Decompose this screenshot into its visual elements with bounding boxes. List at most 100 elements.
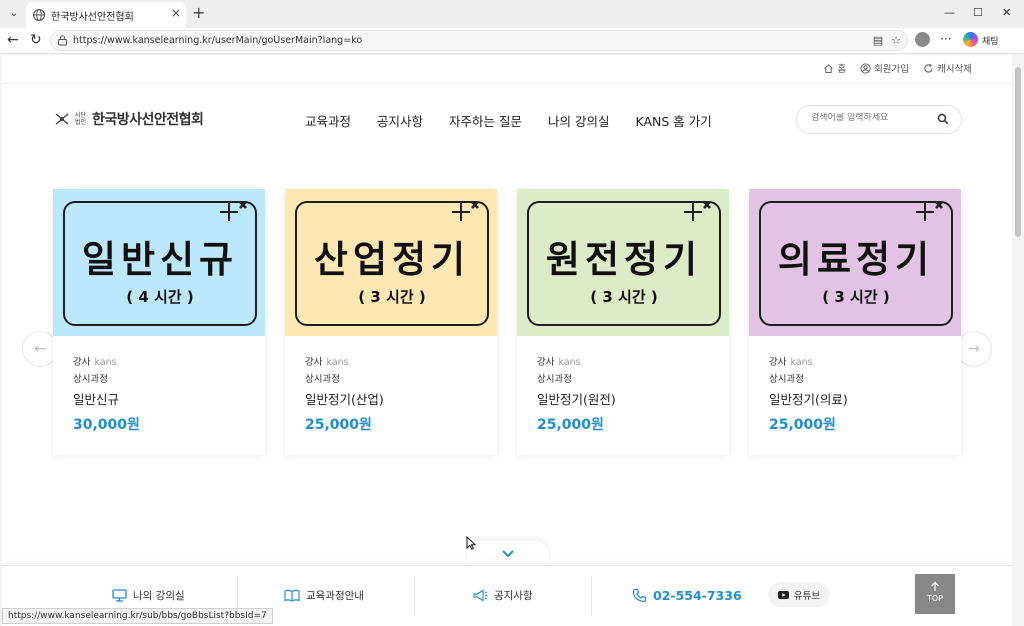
quick-my-classroom-label: 나의 강의실 (133, 590, 185, 602)
quick-notice[interactable]: 공지사항 (472, 588, 533, 603)
site-info-icon[interactable] (57, 35, 68, 46)
plus-decoration-icon (452, 201, 479, 221)
main-nav: 교육과정 공지사항 자주하는 질문 나의 강의실 KANS 홈 가기 (305, 111, 712, 130)
search-icon[interactable] (937, 113, 949, 125)
browser-tab[interactable]: 한국방사선안전협회 × (26, 2, 186, 28)
util-cache-clear-label: 캐시삭제 (937, 64, 972, 75)
quick-course-guide[interactable]: 교육과정안내 (284, 588, 364, 603)
browser-tab-bar: ⌄ 한국방사선안전협회 × + — ☐ ✕ (0, 0, 1024, 28)
course-card[interactable]: 일반신규 ( 4 시간 ) 강사 kans 상시과정 일반신규 30,000원 (53, 189, 265, 455)
reader-mode-icon[interactable]: ▤ (871, 34, 885, 48)
user-icon (860, 62, 871, 74)
page-scrollbar[interactable] (1012, 55, 1024, 626)
back-arrow-icon[interactable]: ← (7, 32, 19, 48)
instructor-name: kans (558, 357, 581, 368)
copilot-icon[interactable] (963, 32, 978, 47)
course-thumbnail: 일반신규 ( 4 시간 ) (53, 189, 265, 336)
course-price: 25,000원 (305, 417, 372, 433)
megaphone-icon (473, 589, 488, 602)
tab-list-chevron-icon[interactable]: ⌄ (4, 5, 24, 23)
maximize-icon[interactable]: ☐ (973, 6, 983, 19)
plus-decoration-icon (684, 201, 711, 221)
chevron-down-icon (502, 550, 514, 558)
book-icon (284, 589, 300, 602)
scrollbar-thumb[interactable] (1015, 67, 1021, 237)
course-instructor: 강사 kans (73, 354, 117, 368)
nav-my-classroom[interactable]: 나의 강의실 (548, 111, 609, 130)
course-category: 상시과정 (73, 374, 108, 385)
course-instructor: 강사 kans (769, 354, 813, 368)
search-box (796, 105, 962, 134)
course-thumbnail: 산업정기 ( 3 시간 ) (285, 189, 497, 336)
nav-courses[interactable]: 교육과정 (305, 111, 351, 130)
course-card[interactable]: 원전정기 ( 3 시간 ) 강사 kans 상시과정 일반정기(원전) 25,00… (517, 189, 729, 455)
home-icon (824, 63, 834, 73)
youtube-button[interactable]: 유튜브 (768, 582, 830, 607)
profile-avatar[interactable] (915, 32, 930, 47)
course-price: 25,000원 (537, 417, 604, 433)
quick-notice-label: 공지사항 (494, 590, 533, 602)
course-instructor: 강사 kans (537, 354, 581, 368)
plus-decoration-icon (220, 201, 247, 221)
utility-links: 홈 회원가입 캐시삭제 (823, 61, 972, 75)
instructor-name: kans (326, 357, 349, 368)
course-thumbnail-title: 산업정기 (313, 238, 471, 281)
util-home-link[interactable]: 홈 (823, 61, 846, 75)
course-category: 상시과정 (537, 374, 572, 385)
quick-course-guide-label: 교육과정안내 (306, 590, 364, 602)
course-thumbnail-title: 일반신규 (81, 238, 239, 281)
instructor-label: 강사 (537, 357, 555, 368)
course-title[interactable]: 일반정기(원전) (537, 389, 616, 408)
util-home-label: 홈 (837, 64, 847, 75)
nav-kans-home[interactable]: KANS 홈 가기 (636, 111, 712, 130)
course-thumbnail: 의료정기 ( 3 시간 ) (749, 189, 961, 336)
quick-divider (414, 576, 415, 616)
minimize-icon[interactable]: — (944, 6, 955, 19)
course-card[interactable]: 산업정기 ( 3 시간 ) 강사 kans 상시과정 일반정기(산업) 25,00… (285, 189, 497, 455)
nav-notice[interactable]: 공지사항 (377, 111, 423, 130)
tab-title: 한국방사선안전협회 (51, 12, 134, 23)
course-thumbnail-hours: ( 4 시간 ) (126, 288, 194, 306)
window-close-icon[interactable]: ✕ (1002, 6, 1011, 19)
scroll-top-button[interactable]: TOP (915, 574, 955, 614)
reload-icon[interactable]: ↻ (30, 32, 42, 48)
site-logo[interactable]: 사단 법인 한국방사선안전협회 (54, 109, 204, 129)
course-thumbnail-hours: ( 3 시간 ) (822, 288, 890, 306)
course-thumbnail-hours: ( 3 시간 ) (358, 288, 426, 306)
course-price: 30,000원 (73, 417, 140, 433)
course-title[interactable]: 일반정기(의료) (769, 389, 848, 408)
url-field[interactable]: https://www.kanselearning.kr/userMain/go… (50, 30, 908, 51)
scroll-top-label: TOP (926, 594, 943, 603)
course-title[interactable]: 일반정기(산업) (305, 389, 384, 408)
carousel-next-button[interactable]: → (956, 331, 992, 367)
instructor-label: 강사 (305, 357, 323, 368)
course-thumbnail: 원전정기 ( 3 시간 ) (517, 189, 729, 336)
util-cache-clear-link[interactable]: 캐시삭제 (923, 61, 972, 75)
course-thumbnail-hours: ( 3 시간 ) (590, 288, 658, 306)
util-signup-link[interactable]: 회원가입 (860, 61, 909, 75)
course-instructor: 강사 kans (305, 354, 349, 368)
course-price: 25,000원 (769, 417, 836, 433)
youtube-label: 유튜브 (793, 590, 821, 602)
tab-close-icon[interactable]: × (171, 6, 181, 20)
nav-faq[interactable]: 자주하는 질문 (449, 111, 522, 130)
logo-corp-label: 사단 법인 (75, 112, 87, 126)
course-card[interactable]: 의료정기 ( 3 시간 ) 강사 kans 상시과정 일반정기(의료) 25,00… (749, 189, 961, 455)
copilot-label[interactable]: 채팅 (982, 34, 999, 47)
quick-phone-number: 02-554-7336 (653, 588, 742, 603)
url-text: https://www.kanselearning.kr/userMain/go… (73, 35, 363, 46)
quick-my-classroom[interactable]: 나의 강의실 (112, 588, 185, 603)
favorite-star-icon[interactable]: ☆ (889, 34, 903, 48)
plus-decoration-icon (916, 201, 943, 221)
page: 홈 회원가입 캐시삭제 사단 법인 한국방사선안전협회 교육과정 공지사항 자주… (2, 55, 1012, 626)
monitor-icon (112, 589, 127, 602)
quick-phone[interactable]: 02-554-7336 (632, 588, 742, 603)
search-input[interactable] (811, 113, 931, 123)
new-tab-icon[interactable]: + (192, 4, 205, 22)
more-menu-icon[interactable]: ··· (940, 32, 951, 46)
header-divider (2, 83, 1012, 84)
course-category: 상시과정 (769, 374, 804, 385)
util-signup-label: 회원가입 (874, 64, 910, 75)
instructor-name: kans (790, 357, 813, 368)
course-title[interactable]: 일반신규 (73, 389, 119, 408)
